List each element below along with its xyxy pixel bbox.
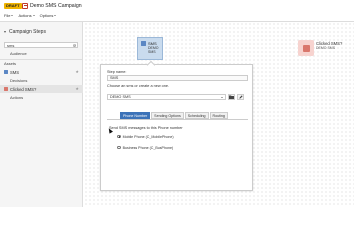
sidebar-group-assets[interactable]: Assets: [0, 59, 83, 66]
tab-routing[interactable]: Routing: [209, 112, 228, 119]
chevron-down-icon: [32, 15, 35, 16]
open-folder-button[interactable]: [228, 94, 235, 100]
options-menu-label: Options: [39, 13, 54, 18]
chevron-down-icon: [54, 15, 57, 16]
star-icon[interactable]: ★: [75, 87, 79, 91]
file-menu-label: File: [4, 13, 11, 18]
decision-icon: [302, 44, 310, 52]
sms-icon: [4, 70, 8, 74]
step-name-field[interactable]: SMS: [107, 75, 248, 81]
folder-icon: [229, 95, 234, 99]
search-input[interactable]: sms ×: [4, 42, 78, 48]
search-value: sms: [7, 42, 15, 48]
sms-step-node[interactable]: SMS DEMO SMS: [137, 37, 163, 60]
node-subtitle: DEMO SMS: [148, 46, 159, 54]
mobile-phone-option[interactable]: Mobile Phone (C_MobilePhone): [117, 134, 174, 139]
tab-phone-number[interactable]: Phone Number: [120, 112, 151, 119]
sidebar-item-decisions[interactable]: Decisions: [0, 77, 83, 84]
sms-select[interactable]: DEMO SMS: [107, 94, 226, 100]
sms-icon: [141, 41, 146, 46]
sidebar-step-clicked-sms[interactable]: Clicked SMS? ★: [0, 85, 83, 93]
chevron-down-icon: [4, 31, 6, 33]
pencil-icon: [238, 95, 243, 99]
decision-icon: [4, 87, 8, 91]
step-name-label: Step name:: [107, 70, 127, 74]
file-menu[interactable]: File: [4, 13, 14, 18]
status-badge: DRAFT: [4, 3, 22, 9]
mobile-phone-label: Mobile Phone (C_MobilePhone): [122, 134, 174, 139]
config-tabs: Phone Number Sending Options Scheduling …: [120, 112, 228, 119]
chevron-down-icon: [221, 96, 223, 98]
top-bar: DRAFT Demo SMS Campaign File Actions Opt…: [0, 0, 354, 22]
send-to-label: Send SMS messages to this Phone number: [109, 126, 183, 130]
radio-button-selected[interactable]: [117, 134, 121, 139]
step-config-panel: Step name: SMS Choose an sms or create a…: [100, 64, 253, 191]
choose-sms-label: Choose an sms or create a new one.: [107, 84, 170, 88]
sidebar-step-label: SMS: [10, 69, 20, 75]
clicked-sms-node[interactable]: [298, 40, 314, 56]
business-phone-label: Business Phone (C_BusPhone): [122, 145, 174, 150]
star-icon[interactable]: ★: [75, 70, 79, 74]
tab-divider: [107, 119, 248, 120]
campaign-title[interactable]: Demo SMS Campaign: [30, 3, 82, 9]
sidebar-title: Campaign Steps: [9, 29, 46, 35]
clear-icon[interactable]: ×: [72, 43, 76, 48]
radio-button[interactable]: [117, 145, 121, 150]
sidebar-item-actions[interactable]: Actions: [0, 94, 83, 101]
sidebar-step-sms[interactable]: SMS ★: [0, 68, 83, 76]
campaign-steps-sidebar: Campaign Steps sms × Audience Assets SMS…: [0, 22, 83, 207]
business-phone-option[interactable]: Business Phone (C_BusPhone): [117, 145, 173, 150]
sidebar-header[interactable]: Campaign Steps: [0, 28, 83, 36]
tab-sending-options[interactable]: Sending Options: [151, 112, 184, 119]
edit-sms-button[interactable]: [237, 94, 244, 100]
chevron-down-icon: [11, 15, 14, 16]
options-menu[interactable]: Options: [40, 13, 57, 18]
menu-bar: File Actions Options: [4, 13, 57, 18]
sidebar-item-audience[interactable]: Audience: [0, 50, 83, 57]
sms-select-value: DEMO SMS: [110, 95, 131, 99]
sidebar-step-label: Clicked SMS?: [10, 86, 37, 92]
actions-menu-label: Actions: [18, 13, 32, 18]
clicked-node-subtitle: DEMO SMS: [316, 46, 336, 50]
tab-scheduling[interactable]: Scheduling: [184, 112, 209, 119]
actions-menu[interactable]: Actions: [18, 13, 35, 18]
campaign-icon: [22, 2, 28, 9]
